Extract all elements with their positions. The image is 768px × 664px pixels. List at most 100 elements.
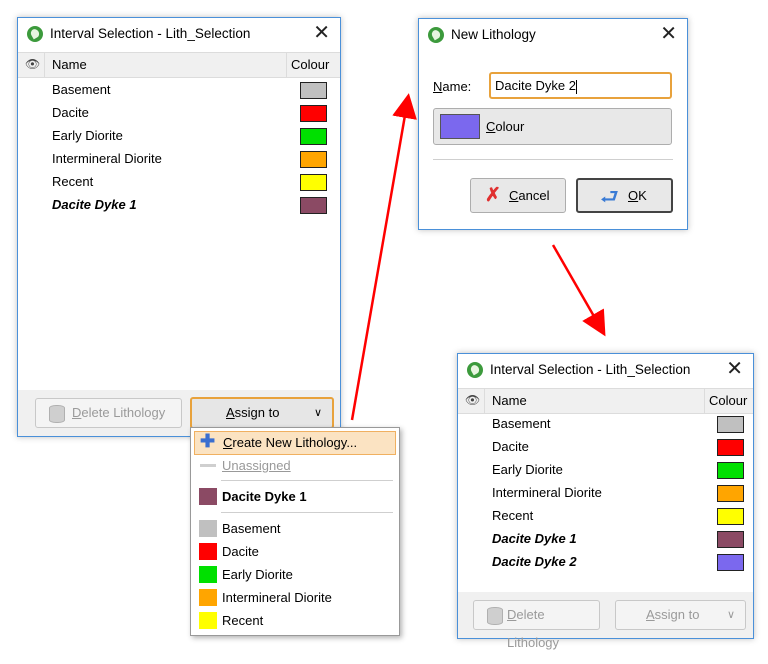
colour-swatch[interactable] [717,531,744,548]
colour-swatch [199,543,217,560]
table-row[interactable]: Intermineral Diorite [458,482,753,505]
plus-icon: ✚ [200,431,216,451]
colour-swatch[interactable] [300,151,327,168]
table-row[interactable]: Dacite Dyke 1 [18,194,340,217]
dialog-title: New Lithology [451,27,536,42]
name-field[interactable]: Dacite Dyke 2 [489,72,672,99]
title-bar: Interval Selection - Lith_Selection ✕ [458,354,753,386]
dialog-footer: Delete Lithology Assign to ∨ [458,592,753,650]
table-row[interactable]: Early Diorite [18,125,340,148]
assign-to-button[interactable]: Assign to ∨ [615,600,746,630]
menu-item-lithology[interactable]: Early Diorite [191,564,399,586]
visibility-eye-icon[interactable]: 👁 [465,393,480,407]
menu-item-lithology[interactable]: Recent [191,610,399,632]
colour-swatch[interactable] [300,174,327,191]
delete-lithology-button[interactable]: Delete Lithology [35,398,182,428]
lithology-name: Early Diorite [52,128,123,143]
app-logo-icon [428,27,444,43]
interval-selection-dialog: Interval Selection - Lith_Selection ✕ 👁 … [17,17,341,437]
close-icon[interactable]: ✕ [726,358,743,380]
menu-item-dacite-dyke-1[interactable]: Dacite Dyke 1 [191,486,399,508]
close-icon[interactable]: ✕ [313,22,330,44]
colour-swatch[interactable] [717,554,744,571]
colour-swatch[interactable] [717,439,744,456]
colour-swatch [199,612,217,629]
app-logo-icon [467,362,483,378]
colour-swatch [199,589,217,606]
cancel-button[interactable]: ✗ Cancel [470,178,566,213]
colour-swatch [199,488,217,505]
arrow-to-new-lithology [350,93,417,421]
menu-item-label: Intermineral Diorite [222,590,332,605]
table-row[interactable]: Dacite Dyke 2 [458,551,753,574]
menu-item-lithology[interactable]: Basement [191,518,399,540]
colour-swatch[interactable] [717,508,744,525]
lithology-name: Basement [52,82,111,97]
colour-swatch[interactable] [717,485,744,502]
lithology-name: Dacite Dyke 1 [52,197,137,212]
visibility-eye-icon[interactable]: 👁 [25,57,40,71]
colour-swatch [440,114,480,139]
return-arrow-icon: ⮐ [600,186,619,209]
menu-item-label: Basement [222,521,281,536]
colour-swatch [199,520,217,537]
close-icon[interactable]: ✕ [660,23,677,45]
menu-item-label: Recent [222,613,264,628]
lithology-name: Intermineral Diorite [52,151,162,166]
lithology-name: Recent [492,508,534,523]
ok-button[interactable]: ⮐ OK [576,178,673,213]
table-row[interactable]: Recent [18,171,340,194]
column-header-name[interactable]: Name [492,393,527,408]
dialog-title: Interval Selection - Lith_Selection [490,362,691,377]
unassigned-icon [200,464,216,467]
table-row[interactable]: Dacite [18,102,340,125]
create-new-lithology-item[interactable]: ✚ Create New Lithology... [194,431,396,455]
new-lithology-dialog: New Lithology ✕ Name: Dacite Dyke 2 Colo… [418,18,688,230]
assign-to-button[interactable]: Assign to ∨ [190,397,334,429]
database-icon [49,405,65,423]
colour-swatch[interactable] [717,416,744,433]
app-logo-icon [27,26,43,42]
table-row[interactable]: Basement [18,79,340,102]
grid-header: 👁 Name Colour [458,388,753,414]
menu-item-label: Dacite [222,544,259,559]
colour-button[interactable]: Colour [433,108,672,145]
arrow-to-result [551,244,606,337]
interval-selection-dialog-updated: Interval Selection - Lith_Selection ✕ 👁 … [457,353,754,650]
chevron-down-icon: ∨ [313,407,322,419]
table-row[interactable]: Dacite Dyke 1 [458,528,753,551]
lithology-name: Dacite Dyke 2 [492,554,577,569]
lithology-name: Dacite Dyke 1 [492,531,577,546]
column-header-colour[interactable]: Colour [709,393,747,408]
lithology-name: Basement [492,416,551,431]
table-row[interactable]: Dacite [458,436,753,459]
database-icon [487,607,503,625]
lithology-name: Intermineral Diorite [492,485,602,500]
menu-item-lithology[interactable]: Dacite [191,541,399,563]
table-row[interactable]: Intermineral Diorite [18,148,340,171]
dialog-title: Interval Selection - Lith_Selection [50,26,251,41]
title-bar: Interval Selection - Lith_Selection ✕ [18,18,340,50]
lithology-name: Dacite [492,439,529,454]
delete-lithology-button[interactable]: Delete Lithology [473,600,600,650]
colour-swatch[interactable] [300,82,327,99]
colour-swatch[interactable] [300,197,327,214]
cancel-x-icon: ✗ [485,185,501,206]
colour-swatch[interactable] [717,462,744,479]
colour-swatch [199,566,217,583]
assign-to-menu: ✚ Create New Lithology... Unassigned Dac… [190,427,400,636]
colour-swatch[interactable] [300,128,327,145]
menu-item-label: Early Diorite [222,567,293,582]
column-header-name[interactable]: Name [52,57,87,72]
lithology-name: Dacite [52,105,89,120]
menu-item-lithology[interactable]: Intermineral Diorite [191,587,399,609]
table-row[interactable]: Early Diorite [458,459,753,482]
name-label: Name: [433,79,472,94]
unassigned-item[interactable]: Unassigned [191,455,399,477]
table-row[interactable]: Basement [458,413,753,436]
lithology-name: Early Diorite [492,462,563,477]
grid-header: 👁 Name Colour [18,52,340,78]
column-header-colour[interactable]: Colour [291,57,329,72]
table-row[interactable]: Recent [458,505,753,528]
colour-swatch[interactable] [300,105,327,122]
